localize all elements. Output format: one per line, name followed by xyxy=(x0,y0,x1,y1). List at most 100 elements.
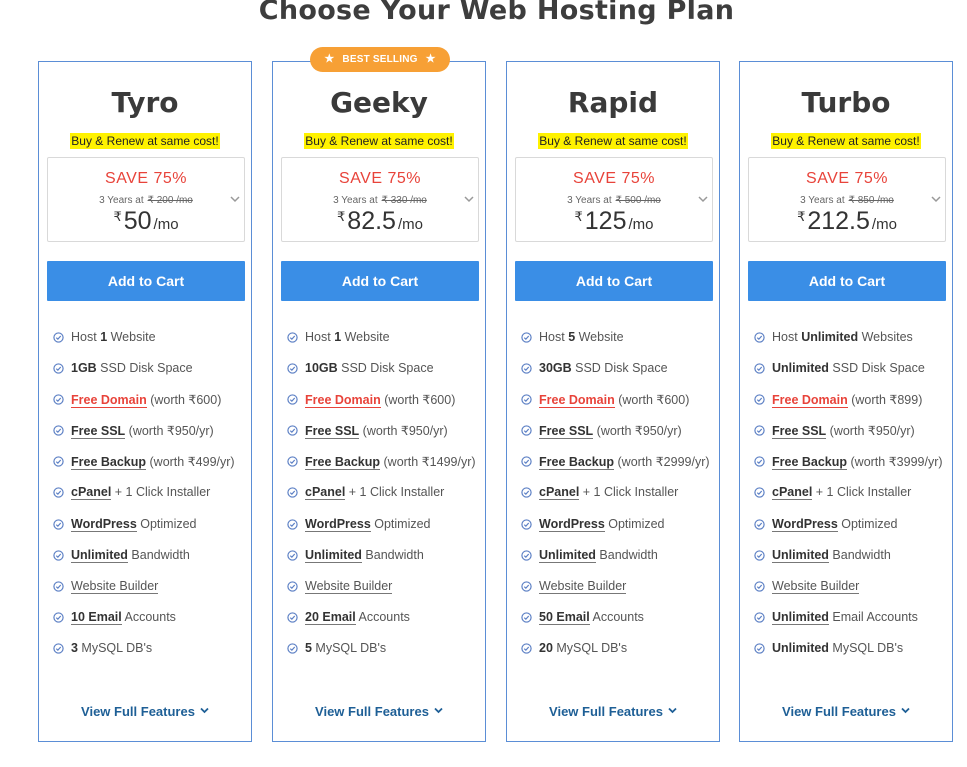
add-to-cart-button[interactable]: Add to Cart xyxy=(281,261,479,301)
check-circle-icon xyxy=(521,518,532,530)
feature-bandwidth: Unlimited Bandwidth xyxy=(521,547,717,579)
feature-domain: Free Domain (worth ₹600) xyxy=(287,392,483,423)
add-to-cart-button[interactable]: Add to Cart xyxy=(748,261,946,301)
feature-list: Host 5 Website 30GB SSD Disk Space Free … xyxy=(521,330,717,672)
plan-card-turbo: Turbo Buy & Renew at same cost! SAVE 75%… xyxy=(739,61,953,742)
feature-domain: Free Domain (worth ₹600) xyxy=(521,392,717,423)
price-selector[interactable]: SAVE 75% 3 Years at ₹ 200 /mo ₹50/mo xyxy=(47,157,245,242)
add-to-cart-button[interactable]: Add to Cart xyxy=(47,261,245,301)
price-amount: 125 xyxy=(584,207,627,235)
plan-name: Rapid xyxy=(567,86,659,119)
check-circle-icon xyxy=(53,612,64,623)
check-circle-icon xyxy=(53,643,64,654)
feature-builder: Website Builder xyxy=(521,579,717,610)
price-selector[interactable]: SAVE 75% 3 Years at ₹ 500 /mo ₹125/mo xyxy=(515,157,713,242)
add-to-cart-button[interactable]: Add to Cart xyxy=(515,261,713,301)
plan-tagline: Buy & Renew at same cost! xyxy=(304,133,454,149)
chevron-down-icon[interactable] xyxy=(230,194,240,204)
check-circle-icon xyxy=(521,549,532,561)
feature-cpanel: cPanel + 1 Click Installer xyxy=(754,485,950,516)
check-circle-icon xyxy=(53,549,64,561)
feature-bandwidth: Unlimited Bandwidth xyxy=(754,547,950,579)
check-circle-icon xyxy=(521,456,532,468)
view-full-features-link[interactable]: View Full Features xyxy=(273,704,485,719)
feature-mysql: Unlimited MySQL DB's xyxy=(754,641,950,672)
check-circle-icon xyxy=(754,518,765,530)
save-label: SAVE 75% xyxy=(573,170,655,187)
price-amount: 82.5 xyxy=(347,207,396,235)
check-circle-icon xyxy=(521,612,532,623)
price-selector[interactable]: SAVE 75% 3 Years at ₹ 330 /mo ₹82.5/mo xyxy=(281,157,479,242)
check-circle-icon xyxy=(287,612,298,623)
feature-email: 10 Email Accounts xyxy=(53,609,249,641)
term-label: 3 Years at ₹ 330 /mo xyxy=(333,195,427,206)
badge-label: BEST SELLING xyxy=(342,54,418,65)
feature-builder: Website Builder xyxy=(53,579,249,610)
feature-mysql: 3 MySQL DB's xyxy=(53,641,249,672)
feature-disk: 10GB SSD Disk Space xyxy=(287,361,483,392)
term-label: 3 Years at ₹ 850 /mo xyxy=(800,195,894,206)
check-circle-icon xyxy=(754,456,765,468)
feature-ssl: Free SSL (worth ₹950/yr) xyxy=(521,423,717,454)
check-circle-icon xyxy=(754,394,765,405)
feature-backup: Free Backup (worth ₹2999/yr) xyxy=(521,454,717,485)
feature-disk: 30GB SSD Disk Space xyxy=(521,361,717,392)
chevron-down-icon xyxy=(434,707,443,714)
feature-builder: Website Builder xyxy=(287,579,483,610)
check-circle-icon xyxy=(287,425,298,436)
check-circle-icon xyxy=(754,332,765,343)
plan-tagline: Buy & Renew at same cost! xyxy=(538,133,688,149)
check-circle-icon xyxy=(754,581,765,592)
feature-backup: Free Backup (worth ₹1499/yr) xyxy=(287,454,483,485)
feature-host: Host 5 Website xyxy=(521,330,717,361)
feature-cpanel: cPanel + 1 Click Installer xyxy=(521,485,717,516)
check-circle-icon xyxy=(754,643,765,654)
chevron-down-icon[interactable] xyxy=(464,194,474,204)
price-period: /mo xyxy=(397,216,423,233)
price-selector[interactable]: SAVE 75% 3 Years at ₹ 850 /mo ₹212.5/mo xyxy=(748,157,946,242)
plan-price: ₹125/mo xyxy=(516,207,712,236)
page-title: Choose Your Web Hosting Plan xyxy=(258,0,735,26)
feature-ssl: Free SSL (worth ₹950/yr) xyxy=(287,423,483,454)
check-circle-icon xyxy=(754,612,765,623)
check-circle-icon xyxy=(53,487,64,499)
check-circle-icon xyxy=(754,549,765,561)
feature-cpanel: cPanel + 1 Click Installer xyxy=(287,485,483,516)
feature-disk: Unlimited SSD Disk Space xyxy=(754,361,950,392)
chevron-down-icon[interactable] xyxy=(698,194,708,204)
chevron-down-icon xyxy=(668,707,677,714)
star-icon: ★ xyxy=(425,53,436,65)
check-circle-icon xyxy=(521,363,532,374)
save-label: SAVE 75% xyxy=(806,170,888,187)
currency-symbol: ₹ xyxy=(113,209,122,224)
check-circle-icon xyxy=(287,394,298,405)
check-circle-icon xyxy=(521,332,532,343)
chevron-down-icon[interactable] xyxy=(931,194,941,204)
plan-card-rapid: Rapid Buy & Renew at same cost! SAVE 75%… xyxy=(506,61,720,742)
feature-wordpress: WordPress Optimized xyxy=(754,516,950,548)
check-circle-icon xyxy=(53,363,64,374)
plan-card-geeky: Geeky Buy & Renew at same cost! SAVE 75%… xyxy=(272,61,486,742)
price-period: /mo xyxy=(153,216,179,233)
price-amount: 50 xyxy=(123,207,152,235)
view-full-features-link[interactable]: View Full Features xyxy=(740,704,952,719)
feature-list: Host 1 Website 1GB SSD Disk Space Free D… xyxy=(53,330,249,672)
check-circle-icon xyxy=(53,332,64,343)
feature-mysql: 5 MySQL DB's xyxy=(287,641,483,672)
plan-name: Tyro xyxy=(111,86,179,119)
chevron-down-icon xyxy=(901,707,910,714)
plan-price: ₹50/mo xyxy=(48,207,244,236)
check-circle-icon xyxy=(53,518,64,530)
feature-host: Host Unlimited Websites xyxy=(754,330,950,361)
feature-mysql: 20 MySQL DB's xyxy=(521,641,717,672)
feature-host: Host 1 Website xyxy=(287,330,483,361)
view-full-features-link[interactable]: View Full Features xyxy=(507,704,719,719)
view-full-features-link[interactable]: View Full Features xyxy=(39,704,251,719)
check-circle-icon xyxy=(287,332,298,343)
save-label: SAVE 75% xyxy=(105,170,187,187)
feature-wordpress: WordPress Optimized xyxy=(287,516,483,548)
feature-bandwidth: Unlimited Bandwidth xyxy=(53,547,249,579)
feature-email: 50 Email Accounts xyxy=(521,609,717,641)
check-circle-icon xyxy=(287,549,298,561)
currency-symbol: ₹ xyxy=(337,209,346,224)
